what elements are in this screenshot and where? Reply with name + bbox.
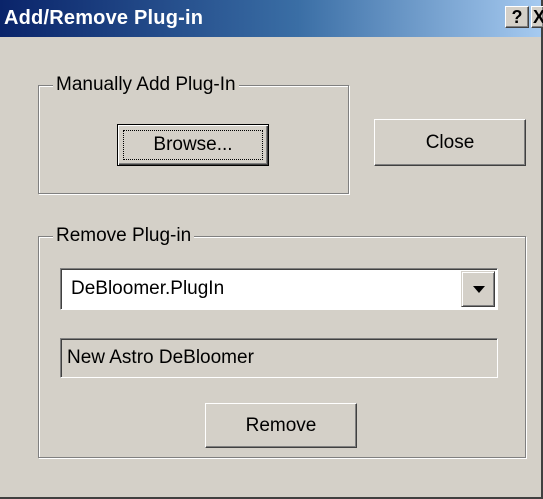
plugin-select-value: DeBloomer.PlugIn [71,278,225,299]
close-icon: X [533,7,543,27]
manually-add-plugin-label: Manually Add Plug-In [53,73,239,97]
plugin-description-field: New Astro DeBloomer [60,338,498,378]
remove-plugin-label: Remove Plug-in [53,224,195,248]
remove-button[interactable]: Remove [205,403,357,448]
help-icon: ? [511,7,523,27]
browse-button-label: Browse... [153,134,233,155]
close-button[interactable]: Close [374,119,526,166]
plugin-description: New Astro DeBloomer [67,347,254,368]
dialog-window: Add/Remove Plug-in ? X Manually Add Plug… [0,0,543,499]
help-button[interactable]: ? [505,6,529,28]
title-bar[interactable]: Add/Remove Plug-in ? X [0,0,543,37]
window-title: Add/Remove Plug-in [4,7,204,29]
dropdown-button[interactable] [461,271,495,307]
chevron-down-icon [473,286,485,293]
browse-button[interactable]: Browse... [117,124,269,166]
close-window-button[interactable]: X [531,6,543,28]
plugin-select[interactable]: DeBloomer.PlugIn [60,268,498,310]
